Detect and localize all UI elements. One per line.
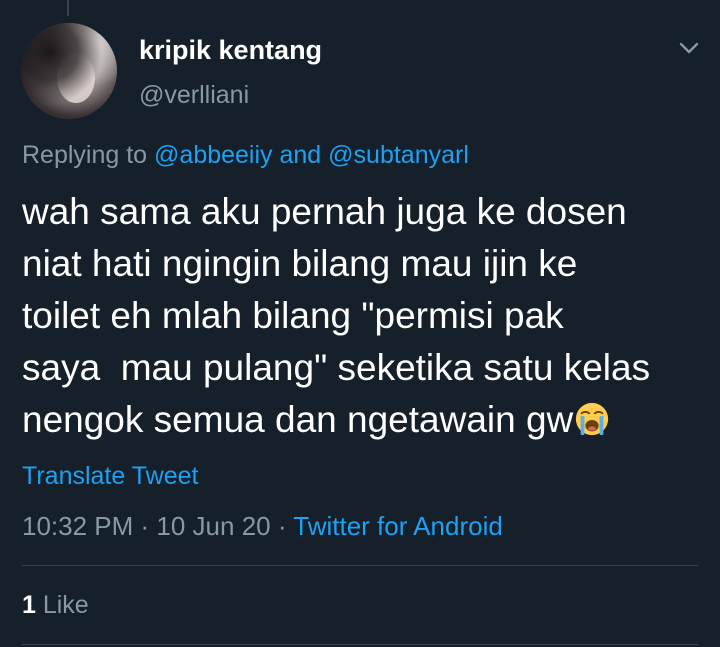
likes-stat[interactable]: 1 Like [22,591,89,620]
tweet-source-link[interactable]: Twitter for Android [293,511,503,541]
tweet-text-line: wah sama aku pernah juga ke dosen [22,191,627,232]
tweet-time: 10:32 PM [22,511,134,541]
meta-separator: · [133,511,157,541]
tweet-text: wah sama aku pernah juga ke dosen niat h… [22,186,712,446]
likes-count: 1 [22,591,36,619]
tweet-text-line: nengok semua dan ngetawain gw [22,399,574,440]
replying-to: Replying to @abbeeiiy and @subtanyarl [22,141,469,170]
avatar[interactable] [21,23,117,119]
tweet-text-line: saya mau pulang" seketika satu kelas [22,347,651,388]
author-handle[interactable]: @verlliani [139,81,249,110]
tweet-text-line: toilet eh mlah bilang "permisi pak [22,295,564,336]
likes-label: Like [35,591,89,619]
thread-connector-line [67,0,69,16]
reply-joiner[interactable]: and [273,141,329,169]
tweet-detail: kripik kentang @verlliani Replying to @a… [0,0,720,647]
reply-mention-1[interactable]: @abbeeiiy [154,141,273,169]
tweet-text-last-line: nengok semua dan ngetawain gw [22,394,712,446]
divider [22,565,698,566]
loudly-crying-face-emoji-icon [576,402,609,436]
meta-separator: · [270,511,294,541]
divider [22,644,698,645]
reply-mention-2[interactable]: @subtanyarl [328,141,469,169]
tweet-metadata: 10:32 PM · 10 Jun 20 · Twitter for Andro… [22,511,503,542]
author-display-name[interactable]: kripik kentang [139,35,322,66]
chevron-down-icon[interactable] [678,40,700,56]
tweet-text-line: niat hati ngingin bilang mau ijin ke [22,243,578,284]
translate-tweet-link[interactable]: Translate Tweet [22,462,198,491]
replying-to-prefix: Replying to [22,141,155,169]
tweet-date: 10 Jun 20 [156,511,271,541]
avatar-hair [21,23,117,119]
